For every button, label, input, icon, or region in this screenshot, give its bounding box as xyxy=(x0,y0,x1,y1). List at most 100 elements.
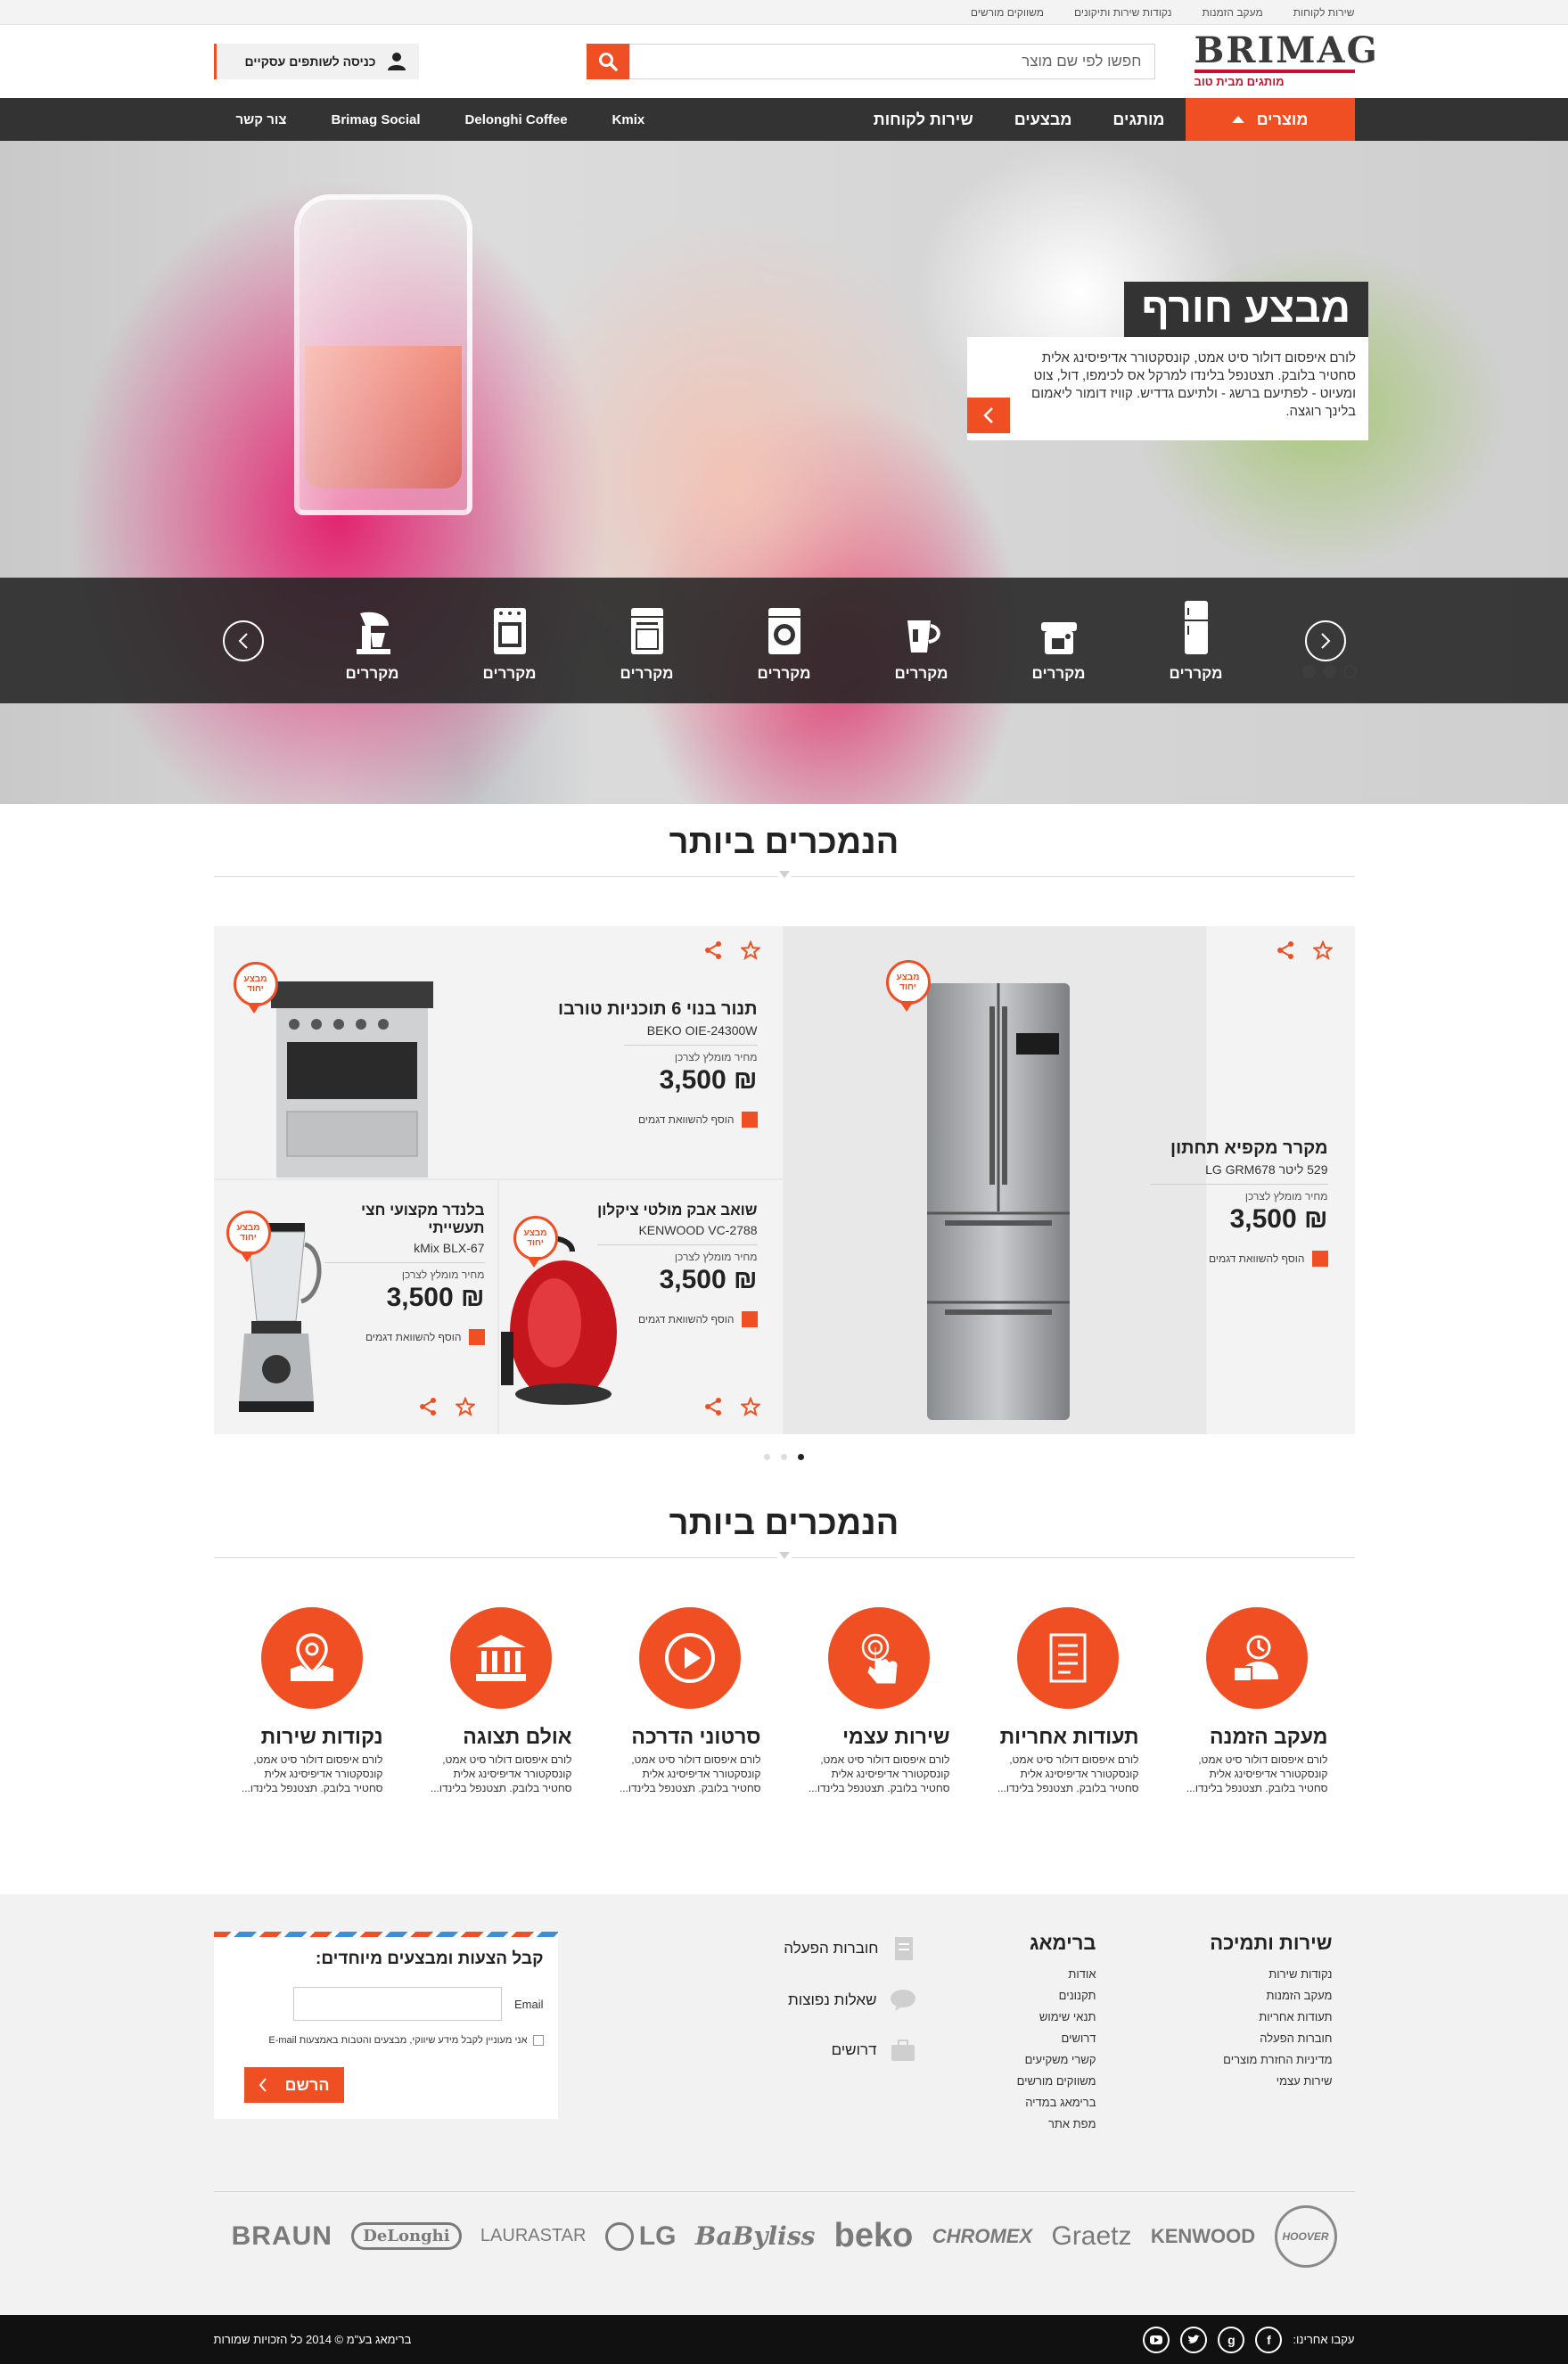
footer-link[interactable]: דרושים xyxy=(1017,2032,1096,2045)
share-icon[interactable] xyxy=(1276,940,1295,960)
brand-logo-babyliss[interactable]: BaByliss xyxy=(695,2221,816,2251)
main-nav: מוצרים מותגים מבצעים שירות לקוחות Kmix D… xyxy=(0,98,1568,141)
brand-logo-beko[interactable]: beko xyxy=(834,2217,914,2255)
briefcase-icon xyxy=(891,2040,915,2061)
footer-link[interactable]: ברימאג במדיה xyxy=(1017,2096,1096,2109)
promo-arrow-button[interactable] xyxy=(967,398,1010,433)
category-item[interactable]: מקררים xyxy=(618,599,677,683)
star-icon[interactable] xyxy=(740,940,760,960)
nav-item-customer-service[interactable]: שירות לקוחות xyxy=(853,98,994,141)
star-icon[interactable] xyxy=(740,1397,760,1416)
top-link-order-tracking[interactable]: מעקב הזמנות xyxy=(1202,6,1262,19)
category-item[interactable]: מקררים xyxy=(892,599,951,683)
brand-logo-laurastar[interactable]: LAURASTAR xyxy=(480,2226,587,2246)
brand-logo-chromex[interactable]: CHROMEX xyxy=(932,2225,1032,2248)
product-card[interactable]: מבצע יחוד שואב אבק מולטי ציקלון KENWOOD … xyxy=(498,1180,783,1434)
nav-item-brimag-social[interactable]: Brimag Social xyxy=(309,98,443,141)
brand-logo-graetz[interactable]: Graetz xyxy=(1051,2221,1131,2252)
brand-logo-kenwood[interactable]: KENWOOD xyxy=(1151,2225,1255,2248)
brand-logo-delonghi[interactable]: DeLonghi xyxy=(351,2222,462,2250)
brand-logo-hoover[interactable]: HOOVER xyxy=(1274,2204,1337,2268)
product-slider-dots xyxy=(0,1454,1568,1460)
chat-bubble-icon xyxy=(890,1990,915,2011)
service-item[interactable]: אולם תצוגה לורם איפסום דולור סיט אמט, קו… xyxy=(430,1607,572,1795)
compare-toggle[interactable]: הוסף להשוואת דגמים xyxy=(1150,1251,1328,1267)
service-text: לורם איפסום דולור סיט אמט, קונסקטורר אדי… xyxy=(808,1753,950,1794)
service-item[interactable]: נקודות שירות לורם איפסום דולור סיט אמט, … xyxy=(241,1607,383,1795)
search-input[interactable] xyxy=(628,44,1155,79)
footer-link[interactable]: מפת אתר xyxy=(1017,2117,1096,2130)
nav-item-sales[interactable]: מבצעים xyxy=(994,98,1093,141)
compare-checkbox[interactable] xyxy=(1311,1251,1328,1267)
category-prev-button[interactable] xyxy=(222,620,264,661)
share-icon[interactable] xyxy=(703,1397,723,1416)
product-card[interactable]: מבצע יחוד בלנדר מקצועי חצי תעשייתי kMix … xyxy=(213,1180,497,1434)
nav-item-contact[interactable]: צור קשר xyxy=(214,98,309,141)
product-dot[interactable] xyxy=(764,1454,770,1460)
nav-item-kmix[interactable]: Kmix xyxy=(590,98,668,141)
share-icon[interactable] xyxy=(703,940,723,960)
compare-checkbox[interactable] xyxy=(468,1329,485,1345)
twitter-icon[interactable] xyxy=(1180,2326,1208,2353)
facebook-icon[interactable]: f xyxy=(1255,2326,1283,2353)
service-item[interactable]: מעקב הזמנה לורם איפסום דולור סיט אמט, קו… xyxy=(1186,1607,1328,1795)
youtube-icon[interactable] xyxy=(1143,2326,1170,2353)
product-card[interactable]: מבצע יחוד מקרר מקפיא תחתון 529 ליטר LG G… xyxy=(784,926,1355,1434)
footer-link[interactable]: נקודות שירות xyxy=(1210,1967,1332,1981)
footer-link[interactable]: חוברות הפעלה xyxy=(1210,2032,1332,2045)
top-link-customer-service[interactable]: שירות לקוחות xyxy=(1293,6,1355,19)
category-next-button[interactable] xyxy=(1304,620,1346,661)
compare-checkbox[interactable] xyxy=(741,1311,758,1327)
product-info: מקרר מקפיא תחתון 529 ליטר LG GRM678 מחיר… xyxy=(1149,1138,1328,1267)
footer-link[interactable]: אודות xyxy=(1017,1967,1096,1981)
google-plus-icon[interactable]: g xyxy=(1218,2326,1245,2353)
nav-item-delonghi-coffee[interactable]: Delonghi Coffee xyxy=(443,98,590,141)
business-login-button[interactable]: כניסה לשותפים עסקיים xyxy=(213,44,419,79)
brand-logo-lg[interactable]: LG xyxy=(604,2221,676,2252)
search-button[interactable] xyxy=(586,44,629,79)
footer-quick-link-manuals[interactable]: חוברות הפעלה xyxy=(784,1935,915,1962)
compare-toggle[interactable]: הוסף להשוואת דגמים xyxy=(526,1112,758,1128)
footer-link[interactable]: קשרי משקיעים xyxy=(1017,2053,1096,2066)
product-dot[interactable] xyxy=(781,1454,787,1460)
service-item[interactable]: שירות עצמי לורם איפסום דולור סיט אמט, קו… xyxy=(808,1607,950,1795)
consent-checkbox[interactable] xyxy=(532,2035,544,2046)
category-item[interactable]: מקררים xyxy=(343,599,402,683)
share-icon[interactable] xyxy=(418,1397,438,1416)
category-item[interactable]: מקררים xyxy=(755,599,814,683)
footer-link[interactable]: תנאי שימוש xyxy=(1017,2010,1096,2023)
product-card[interactable]: מבצע יחוד תנור בנוי 6 תוכניות טורבו BEKO… xyxy=(213,926,783,1178)
service-item[interactable]: סרטוני הדרכה לורם איפסום דולור סיט אמט, … xyxy=(619,1607,761,1795)
footer-link[interactable]: שירות עצמי xyxy=(1210,2074,1333,2088)
footer-col-title: ברימאג xyxy=(1030,1932,1096,1954)
footer-link[interactable]: משווקים מורשים xyxy=(1017,2074,1096,2088)
star-icon[interactable] xyxy=(1312,940,1333,960)
star-icon[interactable] xyxy=(455,1397,475,1416)
service-item[interactable]: תעודות אחריות לורם איפסום דולור סיט אמט,… xyxy=(997,1607,1139,1795)
newsletter-register-button[interactable]: הרשם xyxy=(243,2067,344,2103)
footer-quick-link-jobs[interactable]: דרושים xyxy=(784,2039,915,2062)
top-link-service-points[interactable]: נקודות שירות ותיקונים xyxy=(1074,6,1171,19)
price-label: מחיר מומלץ לצרכן xyxy=(1244,1190,1328,1203)
footer-quick-link-faq[interactable]: שאלות נפוצות xyxy=(784,1989,915,2012)
footer-link[interactable]: תקנונים xyxy=(1017,1989,1096,2002)
top-link-dealers[interactable]: משווקים מורשים xyxy=(971,6,1044,19)
product-name: בלנדר מקצועי חצי תעשייתי xyxy=(360,1202,485,1236)
category-item[interactable]: מקררים xyxy=(1167,599,1226,683)
newsletter-email-input[interactable] xyxy=(292,1987,502,2021)
category-item[interactable]: מקררים xyxy=(480,599,539,683)
compare-toggle[interactable]: הוסף להשוואת דגמים xyxy=(324,1329,485,1345)
coffee-machine-icon xyxy=(1039,599,1079,656)
product-dot[interactable] xyxy=(798,1454,804,1460)
compare-toggle[interactable]: הוסף להשוואת דגמים xyxy=(597,1311,758,1327)
nav-item-products[interactable]: מוצרים xyxy=(1185,98,1355,141)
footer-link[interactable]: תעודות אחריות xyxy=(1210,2010,1332,2023)
brimag-logo[interactable]: BRIMAG מותגים מבית טוב xyxy=(1194,33,1377,88)
nav-item-brands[interactable]: מותגים xyxy=(1092,98,1185,141)
category-item[interactable]: מקררים xyxy=(1030,599,1088,683)
newsletter-box: קבל הצעות ומבצעים מיוחדים: Email אני מעו… xyxy=(213,1932,558,2119)
footer-link[interactable]: מדיניות החזרת מוצרים xyxy=(1210,2053,1332,2066)
brand-logo-braun[interactable]: BRAUN xyxy=(232,2221,332,2252)
compare-checkbox[interactable] xyxy=(741,1112,758,1128)
footer-link[interactable]: מעקב הזמנות xyxy=(1210,1989,1333,2002)
